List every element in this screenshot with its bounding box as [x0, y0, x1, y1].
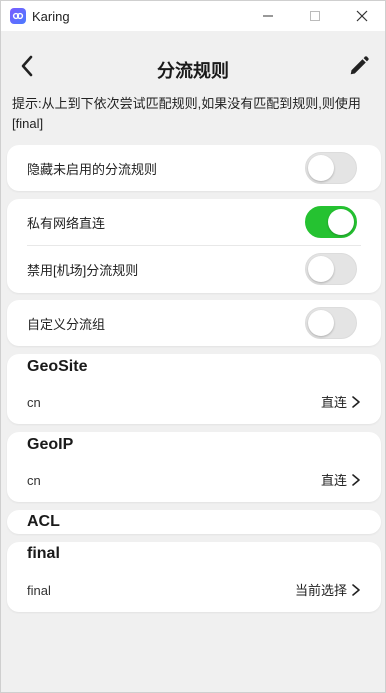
chevron-right-icon: [351, 473, 361, 487]
close-button[interactable]: [338, 1, 385, 31]
geosite-value-button[interactable]: 直连: [321, 392, 361, 411]
chevron-right-icon: [351, 395, 361, 409]
custom-group-card: 自定义分流组: [7, 300, 381, 346]
page-title: 分流规则: [157, 61, 229, 81]
page-header: 分流规则: [1, 31, 385, 101]
geosite-value: 直连: [320, 395, 347, 410]
final-value: 当前选择: [294, 583, 347, 598]
custom-group-label: 自定义分流组: [27, 316, 106, 332]
hide-disabled-label: 隐藏未启用的分流规则: [27, 161, 158, 177]
hide-disabled-card: 隐藏未启用的分流规则: [7, 145, 381, 191]
disable-airport-label: 禁用[机场]分流规则: [27, 262, 139, 278]
geoip-title: GeoIP: [27, 436, 74, 453]
geoip-value-button[interactable]: 直连: [321, 470, 361, 489]
geosite-title: GeoSite: [27, 358, 88, 375]
title-bar: Karing: [1, 1, 385, 31]
private-direct-label: 私有网络直连: [27, 215, 106, 231]
app-title: Karing: [32, 8, 70, 24]
geoip-card: GeoIP cn 直连: [7, 432, 381, 502]
final-value-button[interactable]: 当前选择: [295, 580, 361, 599]
geoip-item-label: cn: [27, 473, 41, 488]
custom-group-toggle[interactable]: [305, 307, 357, 339]
minimize-button[interactable]: [244, 1, 291, 31]
acl-title: ACL: [27, 513, 60, 530]
maximize-button[interactable]: [291, 1, 338, 31]
disable-airport-row: 禁用[机场]分流规则: [7, 246, 381, 292]
maximize-icon: [309, 11, 320, 21]
karing-logo-icon: [10, 8, 26, 24]
hide-disabled-row: 隐藏未启用的分流规则: [7, 145, 381, 191]
final-item-label: final: [27, 583, 51, 598]
private-direct-row: 私有网络直连: [7, 199, 381, 245]
geoip-value: 直连: [320, 473, 347, 488]
custom-group-row: 自定义分流组: [7, 300, 381, 346]
hide-disabled-toggle[interactable]: [305, 152, 357, 184]
geosite-card: GeoSite cn 直连: [7, 354, 381, 424]
disable-airport-toggle[interactable]: [305, 253, 357, 285]
final-title: final: [27, 545, 60, 562]
acl-card[interactable]: ACL: [7, 510, 381, 534]
private-direct-toggle[interactable]: [305, 206, 357, 238]
hint-text: 提示:从上到下依次尝试匹配规则,如果没有匹配到规则,则使用[final]: [12, 96, 361, 131]
minimize-icon: [262, 15, 273, 17]
app-window: Karing 分流规则 提示:从上到下依次尝试匹配规则,如果没有匹配到规则,则使…: [0, 0, 386, 693]
final-card: final final 当前选择: [7, 542, 381, 612]
geosite-item-label: cn: [27, 395, 41, 410]
chevron-right-icon: [351, 583, 361, 597]
pencil-icon: [350, 56, 369, 75]
close-icon: [356, 10, 367, 22]
network-rules-card: 私有网络直连 禁用[机场]分流规则: [7, 199, 381, 293]
edit-button[interactable]: [347, 54, 371, 78]
